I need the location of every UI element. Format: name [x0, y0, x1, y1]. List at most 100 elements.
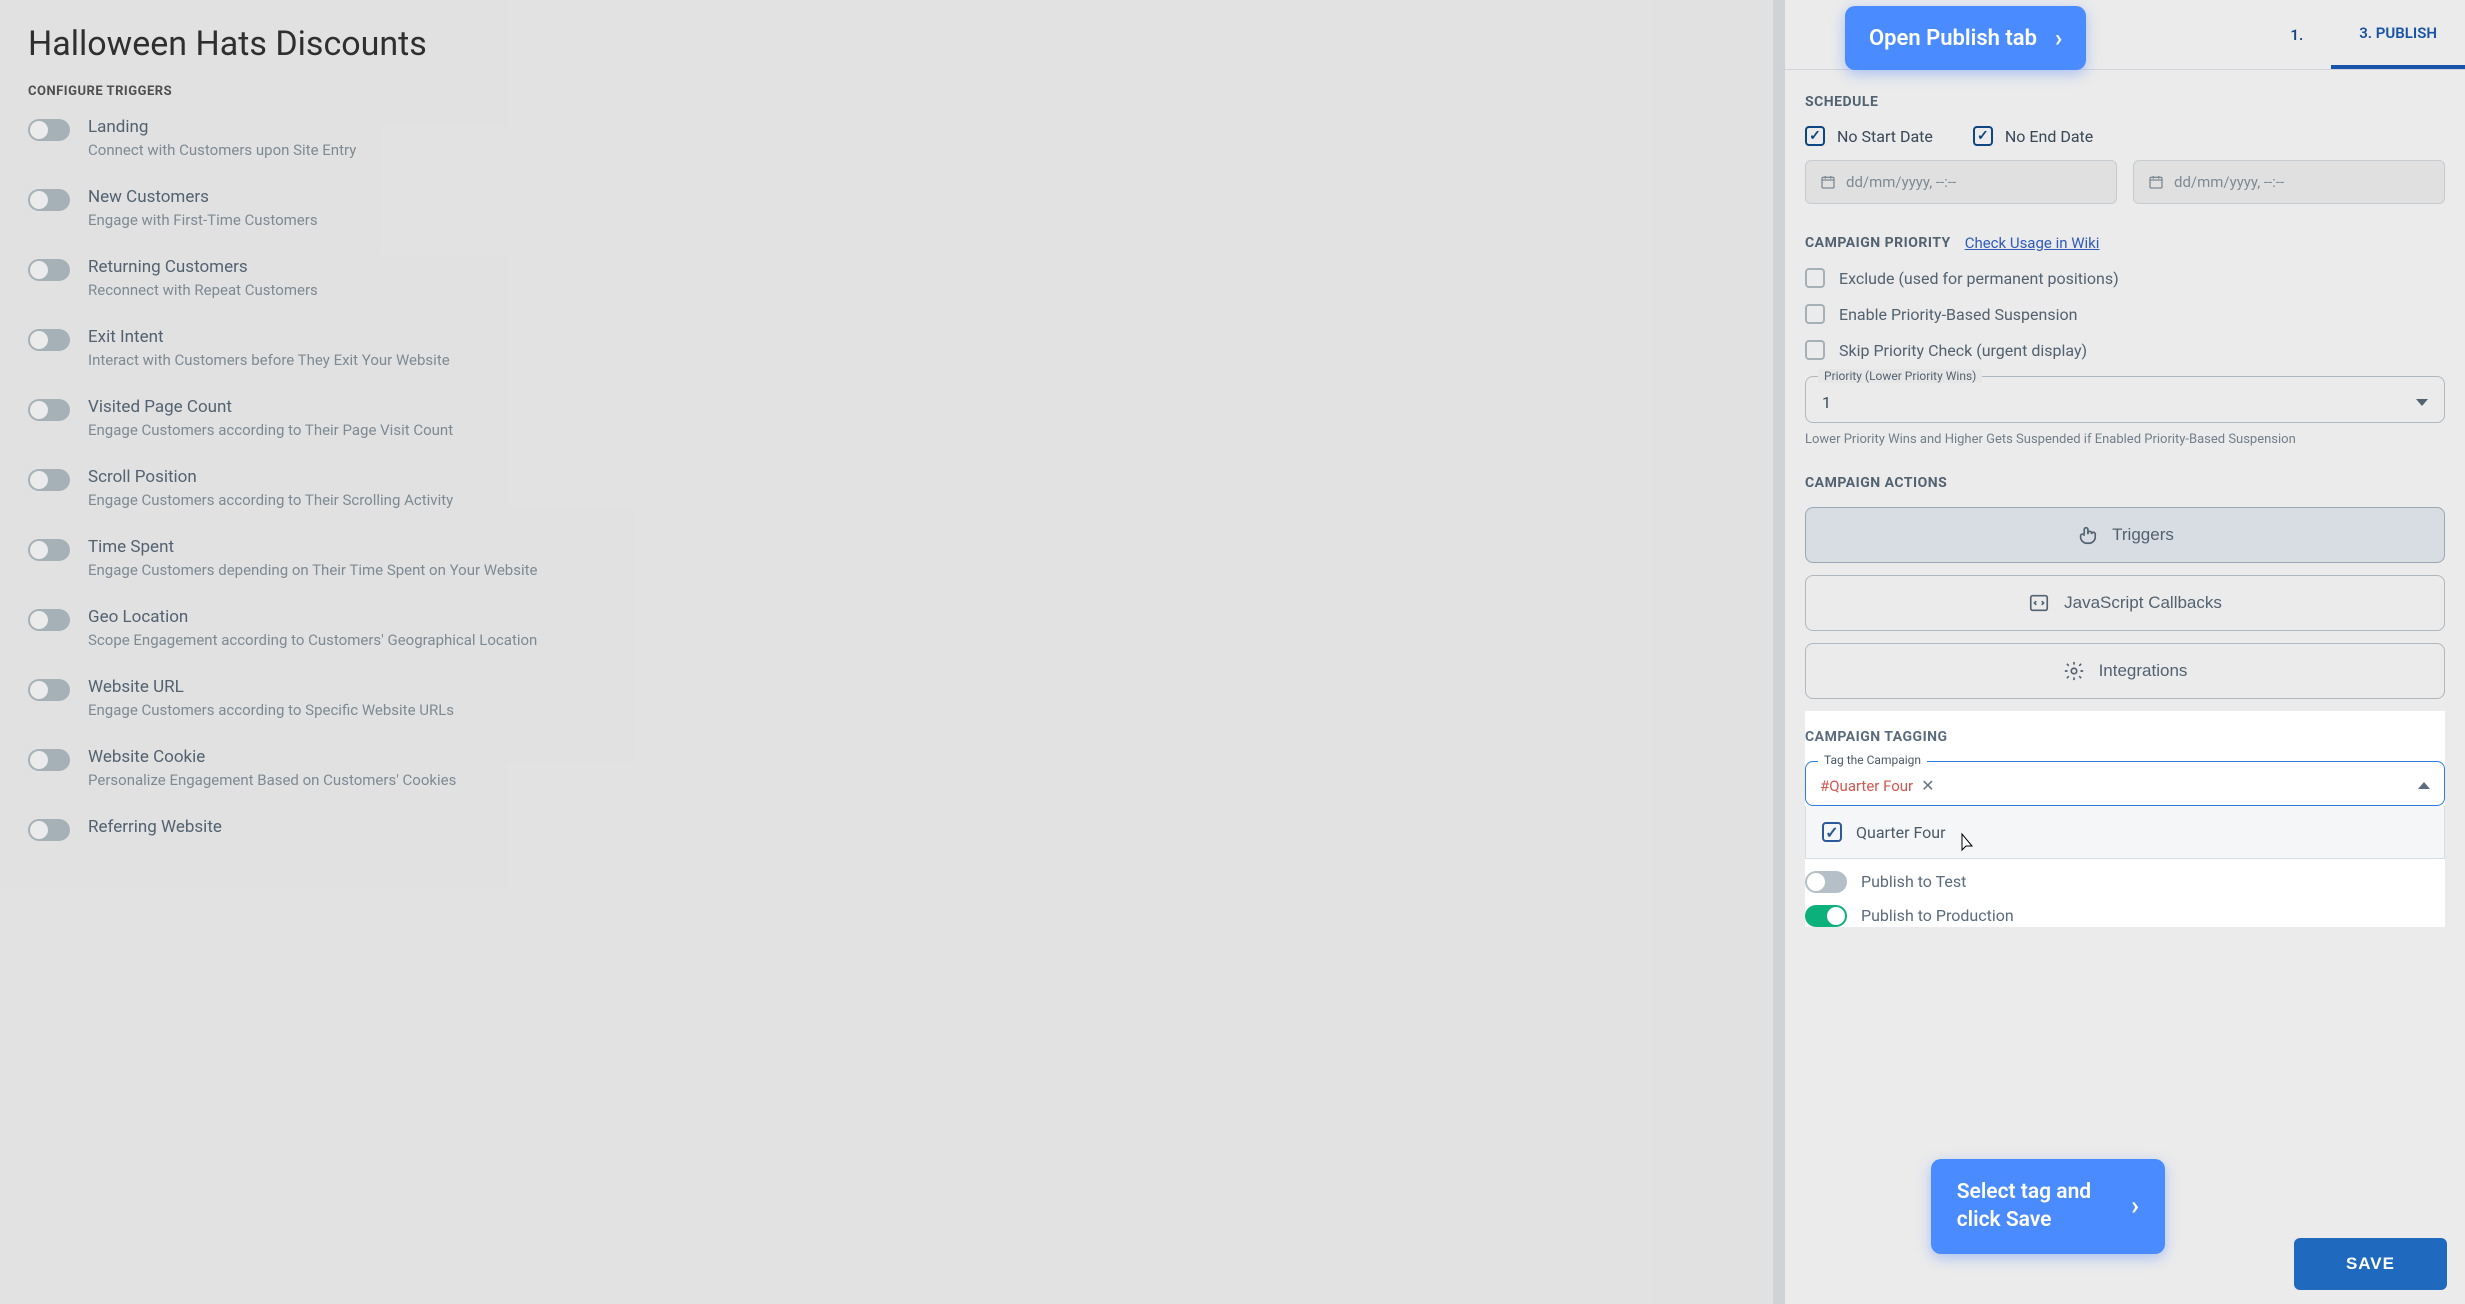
trigger-title: Visited Page Count — [88, 397, 1745, 417]
trigger-returning-customers: Returning Customers Reconnect with Repea… — [28, 257, 1745, 299]
callbacks-button[interactable]: JavaScript Callbacks — [1805, 575, 2445, 631]
trigger-title: New Customers — [88, 187, 1745, 207]
trigger-title: Referring Website — [88, 817, 1745, 837]
chevron-up-icon — [2418, 782, 2430, 789]
triggers-label: Triggers — [2112, 525, 2174, 545]
remove-tag-icon[interactable]: ✕ — [1921, 776, 1934, 795]
suspension-label: Enable Priority-Based Suspension — [1839, 305, 2077, 324]
trigger-title: Geo Location — [88, 607, 1745, 627]
tab-step1-label: 1. — [2290, 26, 2303, 44]
integrations-button[interactable]: Integrations — [1805, 643, 2445, 699]
toggle-publish-test[interactable] — [1805, 871, 1847, 893]
priority-value: 1 — [1822, 393, 1831, 412]
priority-header: CAMPAIGN PRIORITY — [1805, 235, 1951, 251]
triggers-panel: Halloween Hats Discounts CONFIGURE TRIGG… — [0, 0, 1773, 1304]
publish-prod-label: Publish to Production — [1861, 906, 2014, 925]
calendar-icon — [1820, 174, 1836, 190]
publish-panel: Open Publish tab › 1. 3. PUBLISH SCHEDUL… — [1785, 0, 2465, 1304]
tabs: Open Publish tab › 1. 3. PUBLISH — [1785, 0, 2465, 70]
toggle-geo-location[interactable] — [28, 609, 70, 631]
tooltip-open-publish: Open Publish tab › — [1845, 6, 2086, 70]
no-start-label: No Start Date — [1837, 127, 1933, 146]
calendar-icon — [2148, 174, 2164, 190]
tag-option-quarter-four[interactable]: Quarter Four — [1805, 806, 2445, 859]
tooltip-select-tag-save: Select tag and click Save › — [1931, 1159, 2165, 1254]
trigger-desc: Engage with First-Time Customers — [88, 211, 1745, 229]
checkbox-no-end-date[interactable] — [1973, 126, 1993, 146]
toggle-landing[interactable] — [28, 119, 70, 141]
tab-publish[interactable]: 3. PUBLISH — [2331, 0, 2465, 69]
toggle-publish-production[interactable] — [1805, 905, 1847, 927]
trigger-desc: Connect with Customers upon Site Entry — [88, 141, 1745, 159]
tag-select[interactable]: Tag the Campaign #Quarter Four ✕ — [1805, 761, 2445, 806]
toggle-new-customers[interactable] — [28, 189, 70, 211]
page-title: Halloween Hats Discounts — [0, 0, 1773, 84]
trigger-website-cookie: Website Cookie Personalize Engagement Ba… — [28, 747, 1745, 789]
chevron-right-icon: › — [2131, 1190, 2139, 1224]
toggle-exit-intent[interactable] — [28, 329, 70, 351]
configure-triggers-header: CONFIGURE TRIGGERS — [0, 84, 1773, 117]
tag-field-label: Tag the Campaign — [1818, 753, 1927, 767]
trigger-visited-page-count: Visited Page Count Engage Customers acco… — [28, 397, 1745, 439]
toggle-website-url[interactable] — [28, 679, 70, 701]
trigger-exit-intent: Exit Intent Interact with Customers befo… — [28, 327, 1745, 369]
checkbox-exclude[interactable] — [1805, 268, 1825, 288]
trigger-website-url: Website URL Engage Customers according t… — [28, 677, 1745, 719]
priority-select[interactable]: Priority (Lower Priority Wins) 1 — [1805, 376, 2445, 423]
cursor-icon — [1956, 832, 1976, 856]
trigger-desc: Reconnect with Repeat Customers — [88, 281, 1745, 299]
save-button[interactable]: SAVE — [2294, 1238, 2447, 1290]
start-date-input[interactable]: dd/mm/yyyy, --:-- — [1805, 160, 2117, 204]
trigger-new-customers: New Customers Engage with First-Time Cus… — [28, 187, 1745, 229]
chevron-down-icon — [2416, 399, 2428, 406]
trigger-title: Website URL — [88, 677, 1745, 697]
checkbox-no-start-date[interactable] — [1805, 126, 1825, 146]
integrations-label: Integrations — [2099, 661, 2188, 681]
toggle-visited-page-count[interactable] — [28, 399, 70, 421]
trigger-desc: Engage Customers according to Specific W… — [88, 701, 1745, 719]
tab-step1[interactable]: 1. — [2262, 0, 2331, 69]
tag-option-checkbox[interactable] — [1822, 822, 1842, 842]
wiki-link[interactable]: Check Usage in Wiki — [1965, 234, 2100, 252]
tag-chip: #Quarter Four ✕ — [1820, 776, 1935, 795]
trigger-scroll-position: Scroll Position Engage Customers accordi… — [28, 467, 1745, 509]
callbacks-label: JavaScript Callbacks — [2064, 593, 2222, 613]
trigger-title: Landing — [88, 117, 1745, 137]
trigger-desc: Engage Customers according to Their Scro… — [88, 491, 1745, 509]
trigger-title: Returning Customers — [88, 257, 1745, 277]
schedule-header: SCHEDULE — [1805, 94, 2445, 110]
toggle-time-spent[interactable] — [28, 539, 70, 561]
gear-icon — [2063, 660, 2085, 682]
toggle-referring-website[interactable] — [28, 819, 70, 841]
trigger-desc: Personalize Engagement Based on Customer… — [88, 771, 1745, 789]
triggers-button[interactable]: Triggers — [1805, 507, 2445, 563]
code-icon — [2028, 592, 2050, 614]
trigger-title: Exit Intent — [88, 327, 1745, 347]
date-placeholder: dd/mm/yyyy, --:-- — [1846, 173, 1956, 191]
toggle-returning-customers[interactable] — [28, 259, 70, 281]
no-end-label: No End Date — [2005, 127, 2093, 146]
tag-option-label: Quarter Four — [1856, 823, 1946, 842]
trigger-title: Website Cookie — [88, 747, 1745, 767]
scrollbar[interactable] — [1773, 0, 1785, 1304]
trigger-time-spent: Time Spent Engage Customers depending on… — [28, 537, 1745, 579]
checkbox-enable-suspension[interactable] — [1805, 304, 1825, 324]
tab-publish-label: 3. PUBLISH — [2359, 24, 2437, 42]
tooltip-text: Open Publish tab — [1869, 26, 2037, 51]
publish-test-label: Publish to Test — [1861, 872, 1966, 891]
tag-chip-text: #Quarter Four — [1820, 777, 1913, 795]
toggle-website-cookie[interactable] — [28, 749, 70, 771]
priority-select-label: Priority (Lower Priority Wins) — [1818, 369, 1982, 383]
trigger-referring-website: Referring Website — [28, 817, 1745, 841]
chevron-right-icon: › — [2055, 24, 2062, 52]
end-date-input[interactable]: dd/mm/yyyy, --:-- — [2133, 160, 2445, 204]
tooltip-line2: click Save — [1957, 1207, 2091, 1234]
toggle-scroll-position[interactable] — [28, 469, 70, 491]
tagging-header: CAMPAIGN TAGGING — [1805, 729, 2445, 745]
skip-label: Skip Priority Check (urgent display) — [1839, 341, 2087, 360]
actions-header: CAMPAIGN ACTIONS — [1805, 475, 2445, 491]
trigger-geo-location: Geo Location Scope Engagement according … — [28, 607, 1745, 649]
date-placeholder: dd/mm/yyyy, --:-- — [2174, 173, 2284, 191]
checkbox-skip-priority[interactable] — [1805, 340, 1825, 360]
trigger-title: Scroll Position — [88, 467, 1745, 487]
